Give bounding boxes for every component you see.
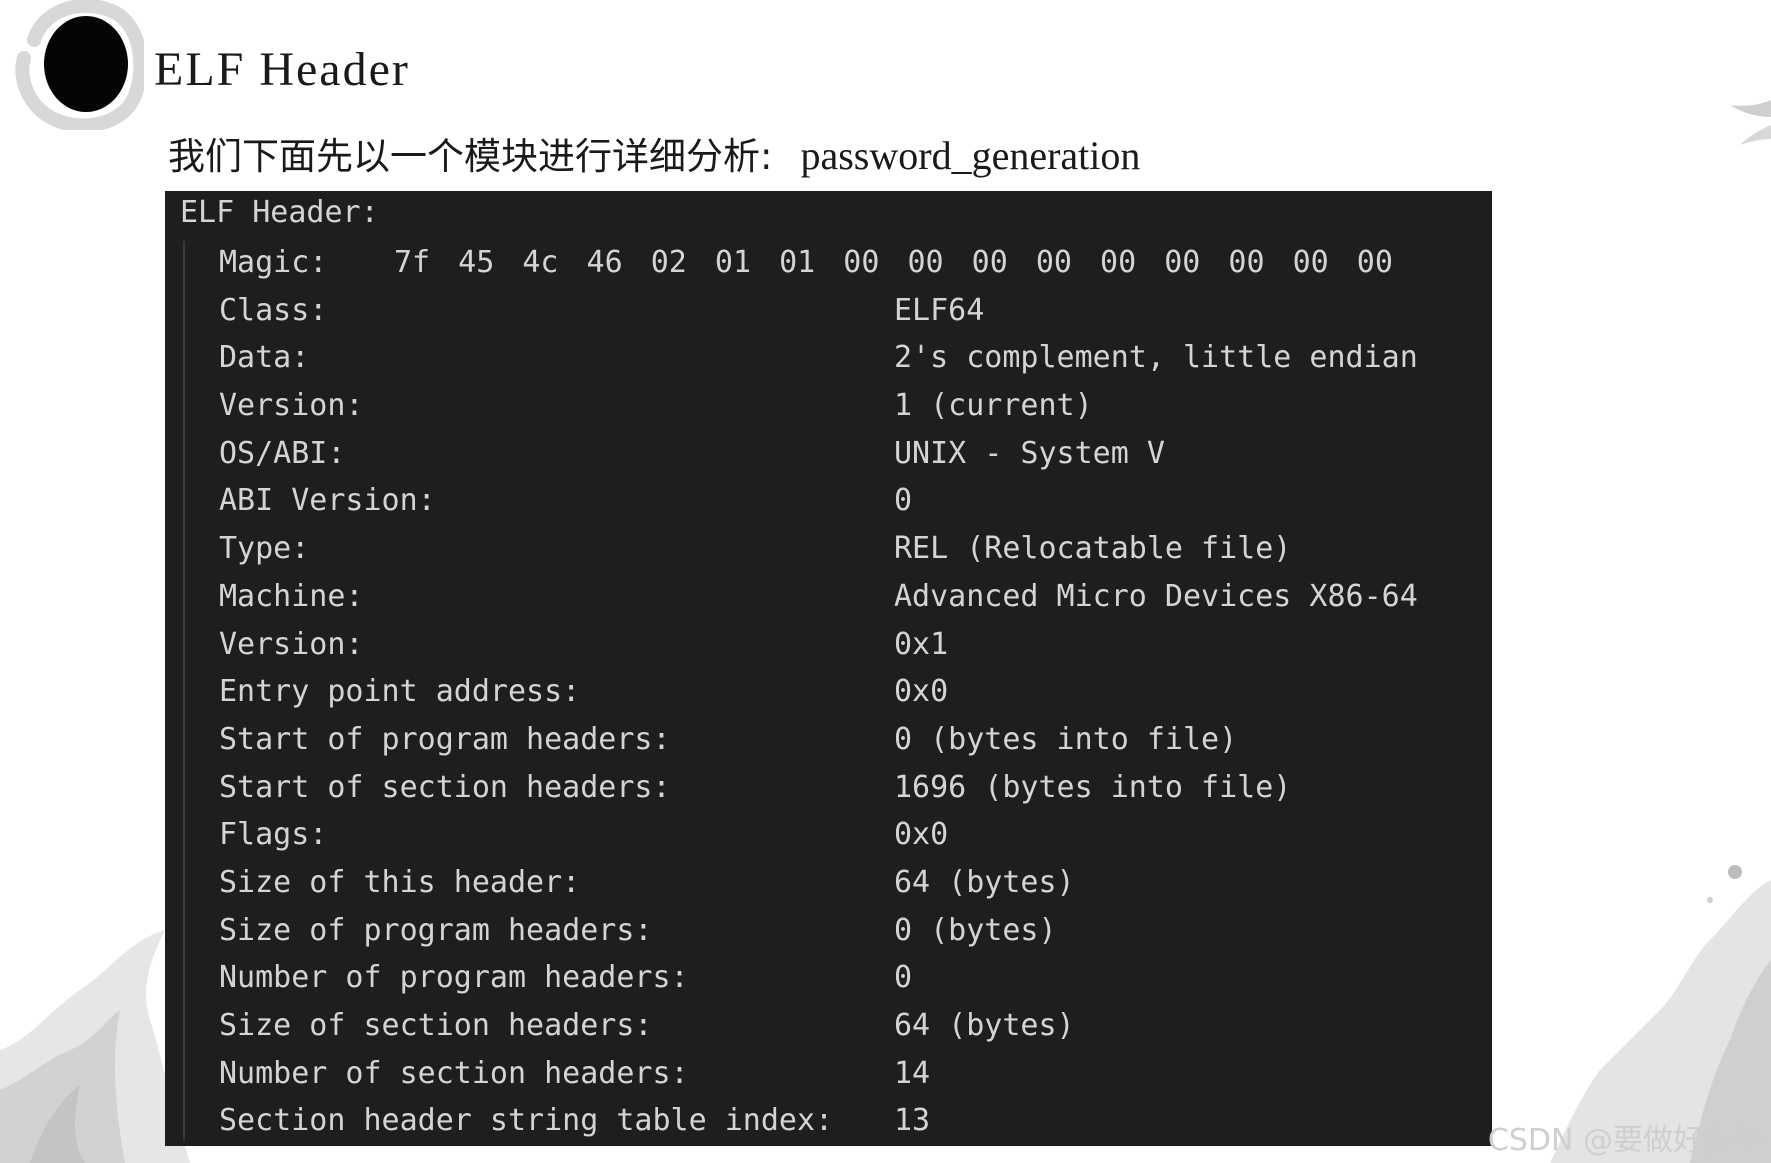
- slide: ELF Header 我们下面先以一个模块进行详细分析: password_gen…: [0, 0, 1771, 1163]
- field-row: Machine: Advanced Micro Devices X86-64: [219, 573, 1489, 621]
- field-row: ABI Version: 0: [219, 477, 1489, 525]
- field-value: 2's complement, little endian: [894, 340, 1418, 376]
- field-label: Version:: [219, 626, 364, 662]
- ink-circle-icon: [15, 0, 144, 130]
- field-row: Size of program headers: 0 (bytes): [219, 907, 1489, 955]
- field-row: Type: REL (Relocatable file): [219, 525, 1489, 573]
- field-label: Version:: [219, 388, 364, 424]
- page-title: ELF Header: [154, 43, 410, 96]
- field-label: Size of program headers:: [219, 912, 653, 948]
- field-row: Class: ELF64: [219, 287, 1489, 335]
- field-row: Entry point address: 0x0: [219, 668, 1489, 716]
- subtitle-text: 我们下面先以一个模块进行详细分析:: [168, 135, 773, 178]
- field-label: Number of program headers:: [219, 960, 689, 996]
- field-label: OS/ABI:: [219, 435, 346, 471]
- field-value: 0x0: [894, 674, 949, 710]
- magic-bytes: 7f 45 4c 46 02 01 01 00 00 00 00 00 00 0…: [394, 245, 1393, 280]
- subtitle: 我们下面先以一个模块进行详细分析: password_generation: [168, 126, 1140, 180]
- field-label: Number of section headers:: [219, 1055, 689, 1091]
- field-value: 64 (bytes): [894, 864, 1075, 900]
- field-row: Size of this header: 64 (bytes): [219, 859, 1489, 907]
- field-label: Type:: [219, 531, 310, 567]
- field-label: Flags:: [219, 817, 328, 853]
- field-row: OS/ABI: UNIX - System V: [219, 430, 1489, 478]
- field-value: 1696 (bytes into file): [894, 769, 1292, 805]
- field-row: Flags: 0x0: [219, 811, 1489, 859]
- field-label: Start of program headers:: [219, 721, 671, 757]
- field-row: Data: 2's complement, little endian: [219, 334, 1489, 382]
- field-value: 14: [894, 1055, 931, 1091]
- field-label: Size of this header:: [219, 864, 581, 900]
- field-label: Section header string table index:: [219, 1103, 834, 1139]
- field-value: REL (Relocatable file): [894, 531, 1292, 567]
- field-label: ABI Version:: [219, 483, 436, 519]
- field-value: Advanced Micro Devices X86-64: [894, 578, 1418, 614]
- field-label: Entry point address:: [219, 674, 581, 710]
- field-value: 0x1: [894, 626, 949, 662]
- field-label: Class:: [219, 292, 328, 328]
- field-row: Number of program headers: 0: [219, 954, 1489, 1002]
- field-value: 0: [894, 960, 913, 996]
- field-label: Magic:: [219, 245, 328, 280]
- field-row: Start of section headers: 1696 (bytes int…: [219, 764, 1489, 812]
- field-row: Version: 1 (current): [219, 382, 1489, 430]
- field-label: Machine:: [219, 578, 364, 614]
- indent-guide: [183, 241, 185, 1141]
- field-row: Version: 0x1: [219, 621, 1489, 669]
- field-value: 0 (bytes into file): [894, 721, 1238, 757]
- brush-stroke-decoration: [1730, 100, 1771, 145]
- header-fields: Magic: 7f 45 4c 46 02 01 01 00 00 00 00 …: [219, 239, 1489, 1145]
- field-value: 0 (bytes): [894, 912, 1057, 948]
- field-row: Size of section headers: 64 (bytes): [219, 1002, 1489, 1050]
- field-value: 0x0: [894, 817, 949, 853]
- terminal-output: ELF Header: Magic: 7f 45 4c 46 02 01 01 …: [165, 191, 1492, 1146]
- field-value: 64 (bytes): [894, 1008, 1075, 1043]
- field-label: Start of section headers:: [219, 769, 671, 805]
- field-label: Size of section headers:: [219, 1008, 653, 1043]
- module-name: password_generation: [800, 133, 1141, 178]
- field-value: UNIX - System V: [894, 435, 1165, 471]
- terminal-header: ELF Header:: [180, 195, 379, 230]
- watermark: CSDN @要做好青年: [1487, 1123, 1763, 1158]
- field-row: Number of section headers: 14: [219, 1050, 1489, 1098]
- field-label: Data:: [219, 340, 310, 376]
- magic-row: Magic: 7f 45 4c 46 02 01 01 00 00 00 00 …: [219, 239, 1489, 287]
- field-value: 1 (current): [894, 388, 1093, 424]
- field-value: 13: [894, 1103, 931, 1139]
- field-value: 0: [894, 483, 913, 519]
- field-row: Section header string table index: 13: [219, 1097, 1489, 1145]
- field-value: ELF64: [894, 292, 985, 328]
- field-row: Start of program headers: 0 (bytes into f…: [219, 716, 1489, 764]
